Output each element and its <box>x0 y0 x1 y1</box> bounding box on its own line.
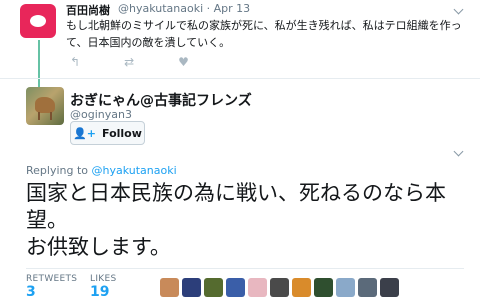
liker-avatar[interactable] <box>204 278 223 297</box>
reply-icon[interactable]: ↰ <box>70 55 80 69</box>
liker-avatar[interactable] <box>182 278 201 297</box>
retweets-label: RETWEETS <box>26 274 78 284</box>
divider <box>0 78 480 79</box>
likes-label: LIKES <box>90 274 117 284</box>
chevron-down-icon[interactable] <box>453 146 464 157</box>
liker-avatar[interactable] <box>314 278 333 297</box>
like-icon[interactable]: ♥ <box>178 55 189 69</box>
quoted-avatar[interactable] <box>20 4 56 38</box>
likers-list <box>160 278 402 297</box>
retweets-stat[interactable]: RETWEETS 3 <box>26 274 77 300</box>
liker-avatar[interactable] <box>160 278 179 297</box>
quoted-tweet-text: もし北朝鮮のミサイルで私の家族が死に、私が生き残れば、私はテロ組織を作って、日本… <box>66 19 462 49</box>
replying-to: Replying to @hyakutanaoki <box>26 164 177 177</box>
follow-label: Follow <box>102 126 142 140</box>
liker-avatar[interactable] <box>226 278 245 297</box>
tweet-text-line: 望。 <box>26 208 68 232</box>
liker-avatar[interactable] <box>336 278 355 297</box>
replying-prefix: Replying to <box>26 164 92 177</box>
replying-handle-link[interactable]: @hyakutanaoki <box>92 164 177 177</box>
quoted-author-handle[interactable]: @hyakutanaoki · Apr 13 <box>118 2 250 15</box>
tweet-text-line: お供致します。 <box>26 235 171 259</box>
user-avatar[interactable] <box>26 87 64 125</box>
user-name[interactable]: おぎにゃん@古事記フレンズ <box>70 90 252 110</box>
chevron-down-icon[interactable] <box>453 4 464 15</box>
user-handle[interactable]: @oginyan3 <box>70 108 132 121</box>
follow-person-icon: 👤+ <box>73 126 97 140</box>
thread-line <box>38 40 40 90</box>
liker-avatar[interactable] <box>292 278 311 297</box>
follow-button[interactable]: 👤+ Follow <box>70 121 145 145</box>
liker-avatar[interactable] <box>358 278 377 297</box>
liker-avatar[interactable] <box>270 278 289 297</box>
likes-count: 19 <box>90 284 110 300</box>
liker-avatar[interactable] <box>380 278 399 297</box>
liker-avatar[interactable] <box>248 278 267 297</box>
quoted-actions: ↰ ⇄ ♥ <box>70 55 233 69</box>
retweet-icon[interactable]: ⇄ <box>124 55 134 69</box>
divider <box>26 268 464 269</box>
quoted-author-name[interactable]: 百田尚樹 <box>66 2 110 18</box>
tweet-text-line: 国家と日本民族の為に戦い、死ねるのなら本 <box>26 181 446 205</box>
retweets-count: 3 <box>26 284 36 300</box>
tweet-text: 国家と日本民族の為に戦い、死ねるのなら本 望。 お供致します。 <box>26 180 466 261</box>
likes-stat[interactable]: LIKES 19 <box>90 274 116 300</box>
